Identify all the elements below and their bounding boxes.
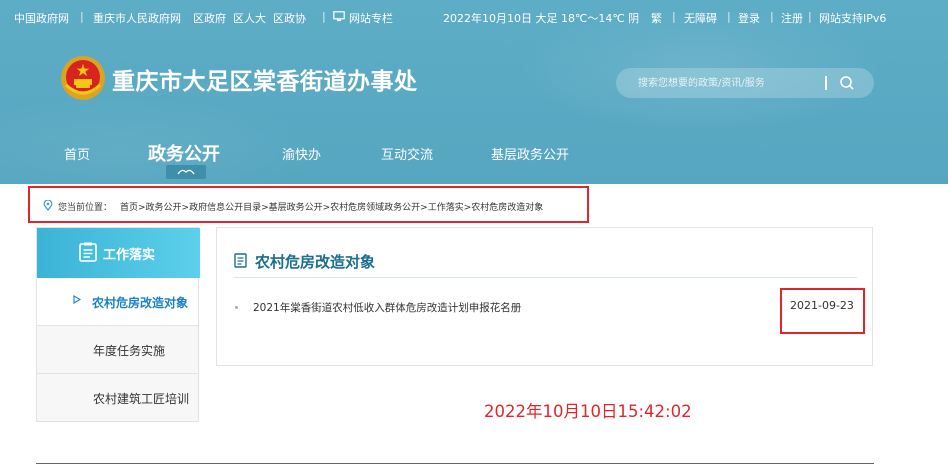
monitor-icon [333, 11, 345, 22]
breadcrumb: 您当前位置： 首页>政务公开>政府信息公开目录>基层政务公开>农村危房领域政务公… [28, 186, 589, 223]
sidebar-item-label: 农村建筑工匠培训 [93, 392, 190, 406]
link-accessibility[interactable]: 无障碍 [684, 10, 717, 26]
ipv6-notice: 网站支持IPv6 [819, 12, 887, 25]
footer-divider [36, 463, 874, 464]
nav-home[interactable]: 首页 [64, 144, 90, 163]
link-district-cppcc[interactable]: 区政协 [273, 10, 306, 26]
main-nav: 首页 政务公开 渝快办 互动交流 基层政务公开 [0, 130, 948, 170]
article-title-link[interactable]: 2021年棠香街道农村低收入群体危房改造计划申报花名册 [253, 300, 521, 315]
search-divider [825, 76, 827, 90]
breadcrumb-label: 您当前位置： [58, 203, 113, 213]
link-district-npc[interactable]: 区人大 [233, 10, 266, 26]
capture-timestamp: 2022年10月10日15:42:02 [484, 402, 692, 421]
separator: | [322, 10, 326, 23]
link-login[interactable]: 登录 [738, 10, 760, 26]
active-nav-marker [166, 165, 206, 179]
national-emblem-icon[interactable] [60, 55, 106, 101]
location-pin-icon [43, 200, 53, 211]
content-panel: 农村危房改造对象 2021年棠香街道农村低收入群体危房改造计划申报花名册 [216, 227, 873, 366]
triangle-right-icon [73, 295, 81, 304]
link-register[interactable]: 注册 [781, 10, 803, 26]
nav-government-affairs[interactable]: 政务公开 [148, 140, 220, 166]
sidebar-item-annual-tasks[interactable]: 年度任务实施 [37, 326, 198, 374]
nav-grassroots-affairs[interactable]: 基层政务公开 [491, 144, 569, 163]
panel-title: 农村危房改造对象 [255, 253, 376, 271]
cloud-ornament-icon [177, 169, 195, 175]
sidebar-item-label: 年度任务实施 [93, 344, 166, 358]
top-bar: 中国政府网 | 重庆市人民政府网 区政府 区人大 区政协 | 网站专栏 2022… [0, 0, 948, 34]
list-item[interactable]: 2021年棠香街道农村低收入群体危房改造计划申报花名册 [235, 298, 855, 318]
sidebar: 工作落实 农村危房改造对象 年度任务实施 农村建筑工匠培训 [36, 227, 200, 422]
search-input[interactable] [638, 75, 818, 91]
breadcrumb-trail[interactable]: 首页>政务公开>政府信息公开目录>基层政务公开>农村危房领域政务公开>工作落实>… [120, 200, 543, 213]
document-icon [234, 253, 247, 268]
separator: | [808, 10, 812, 23]
document-list-icon [79, 242, 97, 262]
sidebar-item-rural-renovation-targets[interactable]: 农村危房改造对象 [37, 278, 198, 326]
sidebar-item-craftsman-training[interactable]: 农村建筑工匠培训 [37, 374, 198, 422]
bullet-dot [235, 306, 238, 309]
panel-divider [234, 277, 857, 278]
sidebar-item-label: 农村危房改造对象 [92, 296, 189, 310]
link-china-gov[interactable]: 中国政府网 [14, 10, 69, 26]
link-district-gov[interactable]: 区政府 [193, 10, 226, 26]
separator: | [672, 10, 676, 23]
article-date: 2021-09-23 [790, 299, 854, 312]
sidebar-heading-text: 工作落实 [103, 248, 156, 263]
nav-interaction[interactable]: 互动交流 [381, 144, 433, 163]
nav-yukuaiban[interactable]: 渝快办 [282, 144, 321, 163]
date-weather: 2022年10月10日 大足 18℃～14℃ 阴 [443, 12, 640, 25]
search-box [616, 68, 874, 98]
separator: | [80, 10, 84, 23]
search-icon[interactable] [836, 73, 858, 93]
link-site-column[interactable]: 网站专栏 [349, 10, 393, 26]
site-title[interactable]: 重庆市大足区棠香街道办事处 [112, 62, 418, 96]
site-header: 中国政府网 | 重庆市人民政府网 区政府 区人大 区政协 | 网站专栏 2022… [0, 0, 948, 184]
separator: | [727, 10, 731, 23]
article-date-highlight: 2021-09-23 [780, 288, 865, 334]
sidebar-heading: 工作落实 [37, 228, 200, 278]
link-chongqing-gov[interactable]: 重庆市人民政府网 [93, 10, 181, 26]
link-traditional-chinese[interactable]: 繁 [651, 10, 662, 26]
separator: | [770, 10, 774, 23]
